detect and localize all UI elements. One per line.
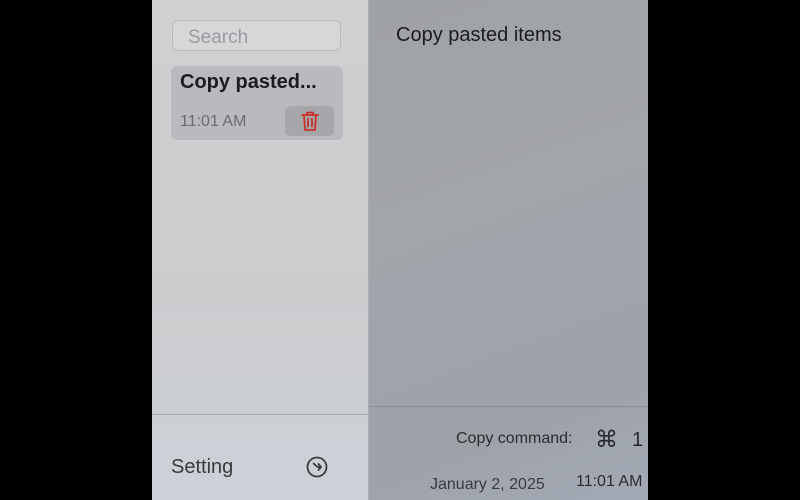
trash-icon (300, 111, 319, 131)
detail-divider (369, 406, 648, 407)
command-key-number: 1 (632, 429, 644, 451)
screen-background: Copy pasted... 11:01 AM Setti (0, 0, 800, 500)
command-key-icon: ⌘ (595, 426, 618, 452)
note-title: Copy pasted... (180, 71, 317, 93)
footer-date: January 2, 2025 (430, 476, 545, 493)
detail-pane: Copy pasted items Copy command: ⌘ 1 Janu… (369, 0, 648, 500)
app-window: Copy pasted... 11:01 AM Setti (152, 0, 648, 500)
delete-button[interactable] (285, 106, 334, 136)
sidebar-divider (152, 414, 369, 415)
copy-command-label: Copy command: (456, 430, 573, 447)
footer-time: 11:01 AM (576, 473, 643, 490)
setting-label[interactable]: Setting (171, 456, 233, 479)
note-time: 11:01 AM (180, 113, 247, 130)
page-title: Copy pasted items (396, 24, 562, 46)
search-input[interactable] (172, 20, 341, 51)
note-list-item[interactable]: Copy pasted... 11:01 AM (171, 66, 343, 140)
circle-arrow-icon[interactable] (305, 455, 329, 479)
sidebar: Copy pasted... 11:01 AM Setti (152, 0, 369, 500)
